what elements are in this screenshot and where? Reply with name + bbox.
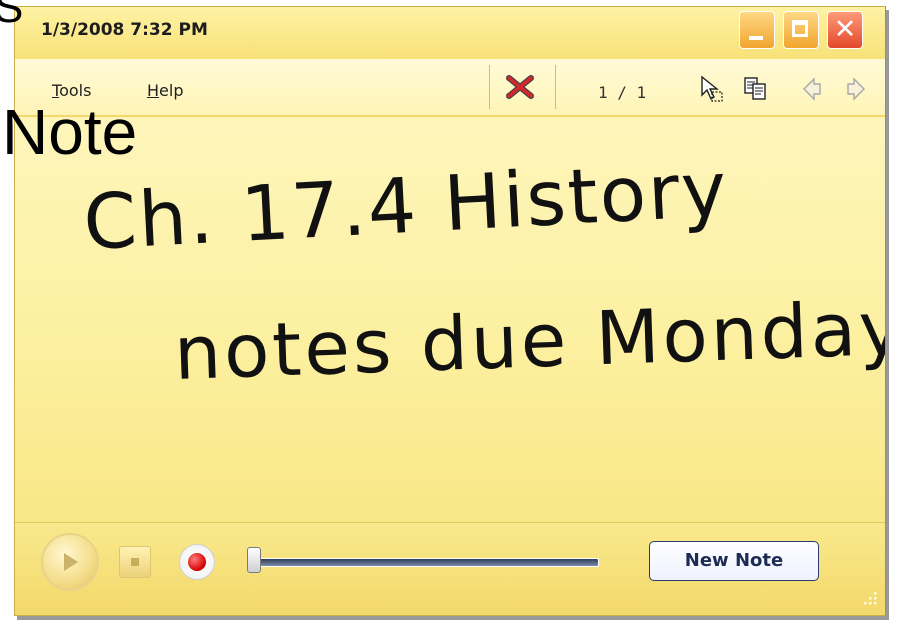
minimize-button[interactable] [739, 11, 775, 49]
previous-note-icon [803, 77, 821, 101]
toolbar-divider [555, 65, 556, 109]
stop-icon [131, 558, 139, 566]
select-icon [701, 75, 723, 102]
select-tool-button[interactable] [699, 75, 725, 103]
resize-grip-icon[interactable] [859, 589, 879, 609]
sticky-note-window: 1/3/2008 7:32 PM ✕ Tools Help 1 / 1 Ch. … [14, 6, 886, 616]
close-icon: ✕ [833, 14, 857, 45]
record-icon [188, 553, 206, 571]
note-line-1: Ch. 17.4 History [81, 144, 730, 267]
delete-icon [506, 75, 534, 99]
handwriting-canvas[interactable]: Ch. 17.4 History notes due Monday [15, 117, 885, 527]
note-line-2: notes due Monday [173, 285, 885, 396]
maximize-icon [792, 20, 808, 37]
audio-controls-bar: New Note [15, 522, 885, 615]
play-icon [64, 553, 78, 571]
new-note-button[interactable]: New Note [649, 541, 819, 581]
maximize-button[interactable] [783, 11, 819, 49]
menu-help[interactable]: Help [147, 81, 183, 100]
copy-button[interactable] [743, 75, 769, 103]
slide-title-fragment: S [0, 0, 24, 32]
next-note-icon [847, 77, 865, 101]
stop-button[interactable] [119, 546, 151, 578]
toolbar-divider [489, 65, 490, 109]
handwritten-note: Ch. 17.4 History notes due Monday [81, 144, 885, 397]
toolbar: Tools Help 1 / 1 [15, 59, 885, 117]
record-button[interactable] [179, 544, 215, 580]
slide-title: Note [2, 96, 138, 168]
playback-slider-thumb[interactable] [247, 547, 261, 573]
play-button[interactable] [41, 533, 99, 591]
next-note-button[interactable] [843, 75, 869, 103]
copy-icon [744, 77, 766, 100]
minimize-icon [749, 36, 763, 40]
playback-slider[interactable] [247, 558, 599, 567]
note-timestamp: 1/3/2008 7:32 PM [41, 20, 208, 40]
delete-note-button[interactable] [505, 74, 535, 100]
title-bar[interactable]: 1/3/2008 7:32 PM ✕ [15, 7, 885, 60]
previous-note-button[interactable] [799, 75, 825, 103]
close-button[interactable]: ✕ [827, 11, 863, 49]
page-indicator: 1 / 1 [598, 83, 647, 102]
